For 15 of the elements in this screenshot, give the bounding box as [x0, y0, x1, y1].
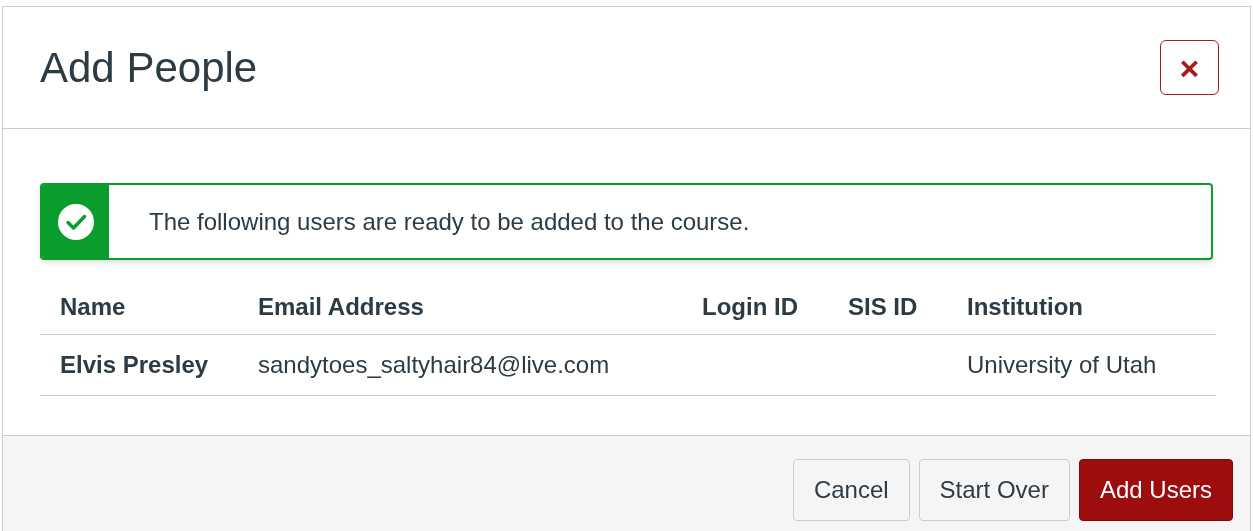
secondary-button[interactable]: Start Over: [918, 458, 1070, 521]
column-header: Name: [60, 292, 126, 320]
column-header: Email Address: [258, 292, 424, 320]
column-header: Institution: [967, 292, 1083, 320]
check-icon: [57, 203, 94, 240]
add-users-button[interactable]: Add Users: [1078, 458, 1233, 521]
dialog-title: Add People: [40, 46, 258, 89]
table-cell: Elvis Presley: [60, 350, 209, 378]
alert-message: The following users are ready to be added to the course.: [148, 206, 750, 237]
secondary-button[interactable]: Cancel: [792, 458, 910, 521]
table-cell: sandytoes_saltyhair84@live.com: [258, 350, 610, 378]
close-button[interactable]: ×: [1160, 40, 1219, 95]
table-cell: University of Utah: [967, 350, 1157, 378]
column-header: Login ID: [702, 292, 798, 320]
column-header: SIS ID: [848, 292, 918, 320]
